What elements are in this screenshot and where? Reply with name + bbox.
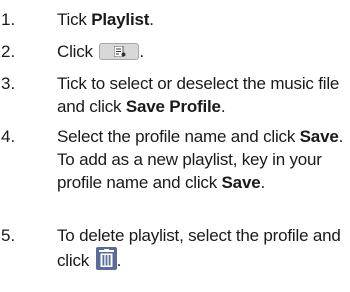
step-number: 4. xyxy=(1,127,16,146)
step-text: Click . xyxy=(57,42,144,61)
trash-icon xyxy=(95,247,117,270)
step-text: To delete playlist, select the profile a… xyxy=(57,226,341,270)
step-number: 5. xyxy=(1,226,16,245)
step-text: Select the profile name and click Save. … xyxy=(57,127,344,192)
save-profile-label: Save Profile xyxy=(125,97,221,116)
step-number: 3. xyxy=(1,74,16,93)
playlist-label: Playlist xyxy=(91,10,150,29)
step-number: 2. xyxy=(1,42,16,61)
step-number: 1. xyxy=(1,10,16,29)
step-text: Tick to select or deselect the music fil… xyxy=(57,74,340,116)
save-label: Save xyxy=(221,173,261,192)
step-text: Tick Playlist. xyxy=(57,10,154,29)
playlist-icon xyxy=(99,43,140,60)
save-label: Save xyxy=(299,127,339,146)
